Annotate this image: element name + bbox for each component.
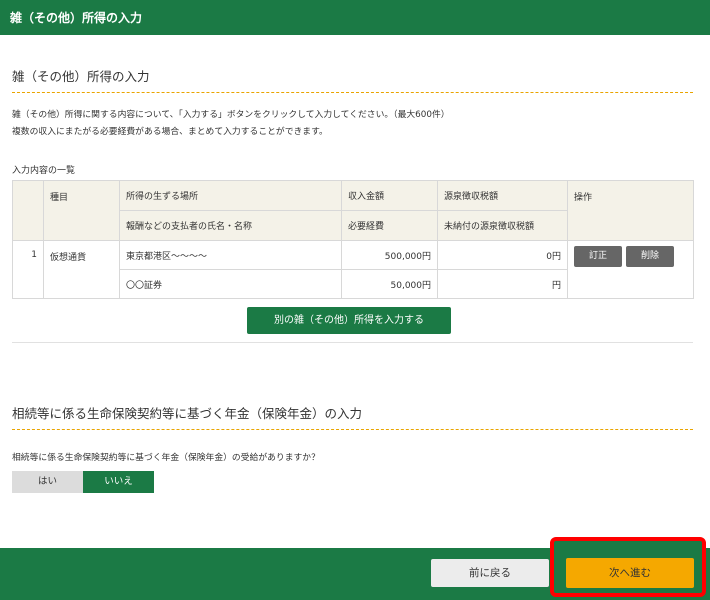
top-header: 雑（その他）所得の入力 <box>0 0 710 35</box>
section-title-insurance-pension: 相続等に係る生命保険契約等に基づく年金（保険年金）の入力 <box>12 403 693 430</box>
description-line-2: 複数の収入にまたがる必要経費がある場合、まとめて入力することができます。 <box>12 127 328 137</box>
no-option-button[interactable]: いいえ <box>83 471 154 493</box>
row-unpaid-withholding: 円 <box>437 269 568 299</box>
row-income: 500,000円 <box>341 240 438 270</box>
row-place: 東京都港区～～～～ <box>119 240 342 270</box>
row-kind: 仮想通貨 <box>43 240 120 299</box>
yes-option-button[interactable]: はい <box>12 471 83 493</box>
section-divider <box>12 342 693 343</box>
table-header-index <box>12 180 44 241</box>
row-payer: 〇〇証券 <box>119 269 342 299</box>
insurance-toggle: はい いいえ <box>12 471 154 493</box>
table-header-row-1: 種目 所得の生ずる場所 収入金額 源泉徴収税額 操作 <box>12 180 694 241</box>
section-title-misc-income: 雑（その他）所得の入力 <box>12 66 693 93</box>
back-button[interactable]: 前に戻る <box>431 559 549 587</box>
table-header-withholding: 源泉徴収税額 <box>437 180 568 211</box>
edit-button[interactable]: 訂正 <box>574 246 622 267</box>
table-header-income: 収入金額 <box>341 180 438 211</box>
row-withholding: 0円 <box>437 240 568 270</box>
table-header-kind: 種目 <box>43 180 120 241</box>
table-header-place: 所得の生ずる場所 <box>119 180 342 211</box>
page-title: 雑（その他）所得の入力 <box>10 11 143 25</box>
insurance-question: 相続等に係る生命保険契約等に基づく年金（保険年金）の受給がありますか？ <box>12 453 320 463</box>
next-button[interactable]: 次へ進む <box>566 558 694 588</box>
table-header-expense: 必要経費 <box>341 210 438 241</box>
row-ops: 訂正 削除 <box>567 240 694 299</box>
add-another-income-button[interactable]: 別の雑（その他）所得を入力する <box>247 307 451 334</box>
row-index: 1 <box>12 240 44 299</box>
table-header-ops: 操作 <box>567 180 694 241</box>
row-expense: 50,000円 <box>341 269 438 299</box>
table-header-unpaid-withholding: 未納付の源泉徴収税額 <box>437 210 568 241</box>
table-row: 1 仮想通貨 東京都港区～～～～ 500,000円 0円 訂正 削除 <box>12 240 694 299</box>
list-caption: 入力内容の一覧 <box>12 166 76 176</box>
delete-button[interactable]: 削除 <box>626 246 674 267</box>
table-header-payer: 報酬などの支払者の氏名・名称 <box>119 210 342 241</box>
description-line-1: 雑（その他）所得に関する内容について、「入力する」ボタンをクリックして入力してく… <box>12 110 450 120</box>
income-list-table: 種目 所得の生ずる場所 収入金額 源泉徴収税額 操作 報酬などの支払者の氏名・名… <box>12 180 694 299</box>
